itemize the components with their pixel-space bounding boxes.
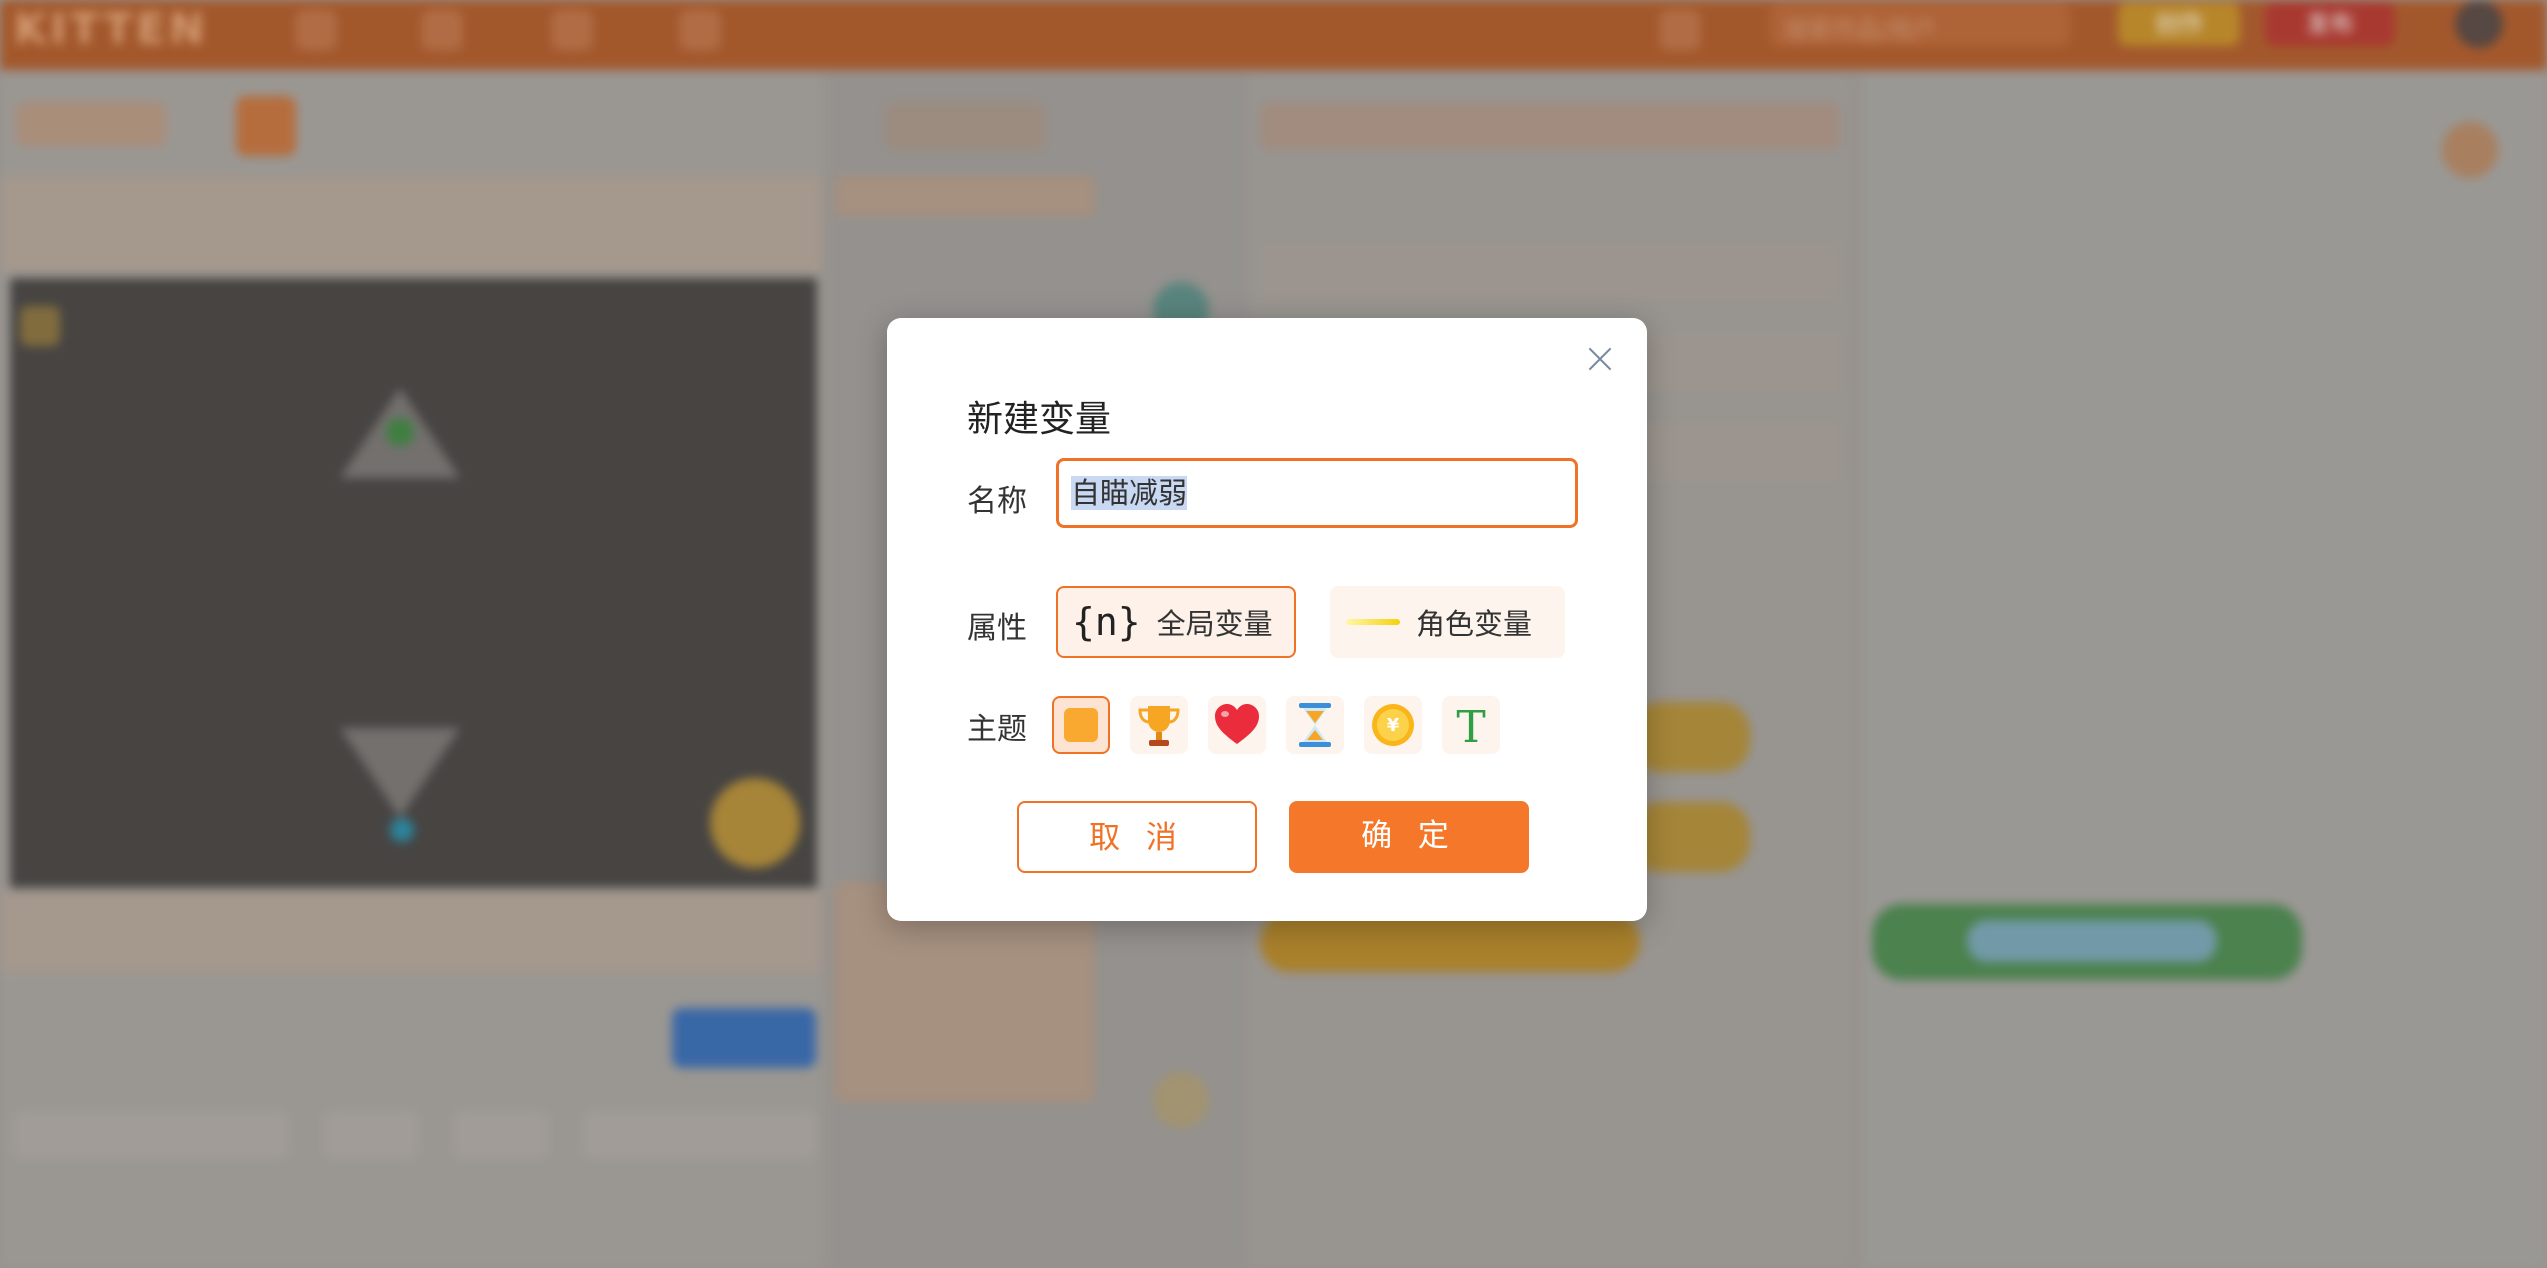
text-icon: T — [1456, 702, 1485, 750]
variable-name-input[interactable]: 自瞄减弱 — [1056, 458, 1578, 528]
variable-n-icon: {n} — [1072, 600, 1141, 644]
close-icon[interactable] — [1585, 344, 1615, 374]
heart-icon — [1215, 704, 1259, 744]
svg-text:¥: ¥ — [1387, 715, 1400, 736]
role-variable-label: 角色变量 — [1416, 607, 1533, 641]
square-icon — [1064, 708, 1098, 742]
theme-label: 主题 — [967, 712, 1027, 747]
theme-trophy[interactable] — [1130, 696, 1188, 754]
theme-heart[interactable] — [1208, 696, 1266, 754]
svg-text:T: T — [1456, 702, 1485, 750]
coin-icon: ¥ — [1372, 704, 1414, 746]
trophy-icon — [1138, 706, 1180, 746]
theme-coin[interactable]: ¥ — [1364, 696, 1422, 754]
hourglass-icon — [1299, 703, 1331, 747]
name-label: 名称 — [967, 484, 1027, 519]
variable-name-value: 自瞄减弱 — [1071, 476, 1188, 510]
theme-picker: ¥ T — [1052, 696, 1520, 754]
new-variable-dialog: 新建变量 名称 自瞄减弱 属性 {n} 全局变量 角色变量 主题 ¥ T 取 消… — [887, 318, 1647, 921]
theme-hourglass[interactable] — [1286, 696, 1344, 754]
role-variable-option[interactable]: 角色变量 — [1330, 586, 1565, 658]
global-variable-option[interactable]: {n} 全局变量 — [1056, 586, 1296, 658]
theme-square[interactable] — [1052, 696, 1110, 754]
confirm-button[interactable]: 确 定 — [1289, 801, 1529, 873]
cancel-button[interactable]: 取 消 — [1017, 801, 1257, 873]
role-line-icon — [1346, 619, 1400, 625]
dialog-title: 新建变量 — [967, 399, 1112, 440]
global-variable-label: 全局变量 — [1156, 607, 1273, 641]
theme-text[interactable]: T — [1442, 696, 1500, 754]
property-label: 属性 — [967, 611, 1027, 646]
